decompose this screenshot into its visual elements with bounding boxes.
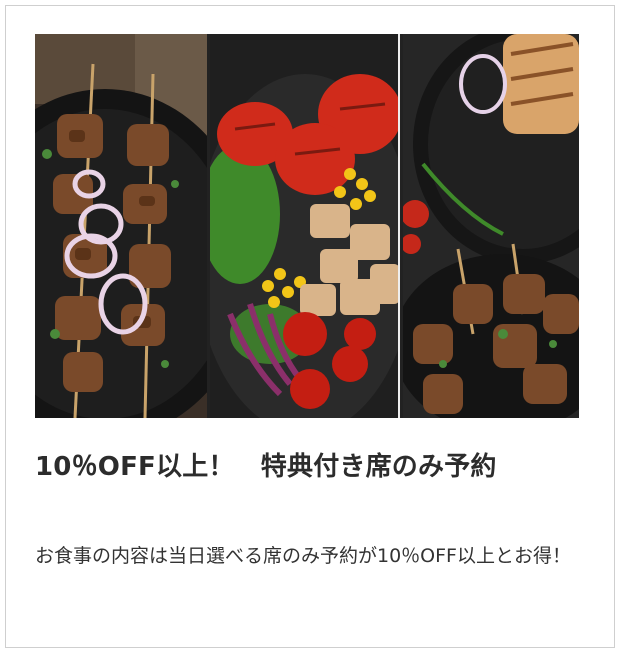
food-photo-skewers xyxy=(35,34,207,418)
promo-description: お食事の内容は当日選べる席のみ予約が10％OFF以上とお得！ xyxy=(35,545,571,567)
promo-banner-image[interactable] xyxy=(35,34,579,418)
food-photo-grilled-meat xyxy=(403,34,579,418)
promo-title[interactable]: 10％OFF以上！ 特典付き席のみ予約 xyxy=(35,446,575,488)
food-photo-salad xyxy=(210,34,400,418)
